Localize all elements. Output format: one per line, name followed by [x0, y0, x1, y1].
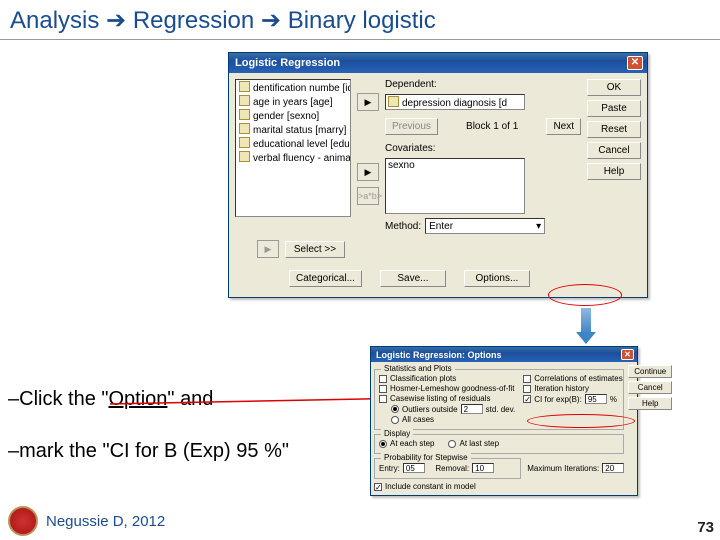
move-to-covariates-button[interactable]: ▶ [357, 163, 379, 181]
help-button[interactable]: Help [628, 397, 672, 410]
ok-button[interactable]: OK [587, 79, 641, 96]
cancel-button[interactable]: Cancel [587, 142, 641, 159]
categorical-button[interactable]: Categorical... [289, 270, 362, 287]
logistic-regression-options-dialog: Logistic Regression: Options ✕ Statistic… [370, 346, 638, 496]
correlations-checkbox[interactable] [523, 375, 531, 383]
close-icon[interactable]: ✕ [627, 56, 643, 70]
iteration-history-checkbox[interactable] [523, 385, 531, 393]
interaction-button[interactable]: >a*b> [357, 187, 379, 205]
help-button[interactable]: Help [587, 163, 641, 180]
annotation-arrow-down [578, 308, 594, 344]
instruction-1: –Click the "Option" and [8, 388, 213, 411]
each-step-radio[interactable] [379, 440, 387, 448]
close-icon[interactable]: ✕ [621, 349, 634, 360]
list-item[interactable]: gender [sexno] [238, 109, 348, 123]
entry-input[interactable]: 05 [403, 463, 425, 473]
method-label: Method: [385, 221, 421, 232]
dialog-title: Logistic Regression: Options [376, 350, 502, 360]
include-constant-checkbox[interactable] [374, 483, 382, 491]
breadcrumb-analysis: Analysis [10, 7, 99, 34]
ci-exp-b-checkbox[interactable] [523, 395, 531, 403]
paste-button[interactable]: Paste [587, 100, 641, 117]
next-button[interactable]: Next [546, 118, 581, 135]
covariates-label: Covariates: [385, 143, 581, 154]
save-button[interactable]: Save... [380, 270, 446, 287]
options-button[interactable]: Options... [464, 270, 530, 287]
group-label: Statistics and Plots [381, 364, 455, 373]
covariate-value: sexno [388, 160, 522, 171]
display-group: Display At each step At last step [374, 434, 624, 454]
covariates-list[interactable]: sexno [385, 158, 525, 214]
breadcrumb: Analysis ➔ Regression ➔ Binary logistic [0, 0, 720, 40]
instruction-2: –mark the "CI for B (Exp) 95 %" [8, 440, 289, 463]
list-item[interactable]: marital status [marry] [238, 123, 348, 137]
page-number: 73 [697, 519, 714, 536]
removal-input[interactable]: 10 [472, 463, 494, 473]
logistic-regression-dialog: Logistic Regression ✕ dentification numb… [228, 52, 648, 298]
block-label: Block 1 of 1 [442, 121, 543, 132]
breadcrumb-regression: Regression [133, 7, 254, 34]
method-select[interactable]: Enter ▾ [425, 218, 545, 234]
slide-footer: Negussie D, 2012 [0, 506, 720, 536]
chevron-down-icon: ▾ [536, 221, 541, 232]
list-item[interactable]: age in years [age] [238, 95, 348, 109]
dialog-title: Logistic Regression [235, 57, 340, 69]
dialog-titlebar[interactable]: Logistic Regression ✕ [229, 53, 647, 73]
move-to-dependent-button[interactable]: ▶ [357, 93, 379, 111]
dependent-field[interactable]: depression diagnosis [d [385, 94, 525, 110]
author-label: Negussie D, 2012 [46, 513, 165, 530]
group-label: Probability for Stepwise [381, 453, 471, 462]
ci-value-input[interactable]: 95 [585, 394, 607, 404]
group-label: Display [381, 429, 413, 438]
list-item[interactable]: dentification numbe [id [238, 81, 348, 95]
max-iterations-input[interactable]: 20 [602, 463, 624, 473]
breadcrumb-binary-logistic: Binary logistic [288, 7, 436, 34]
move-to-select-button[interactable]: ▶ [257, 240, 279, 258]
arrow-icon: ➔ [106, 7, 133, 34]
hosmer-lemeshow-checkbox[interactable] [379, 385, 387, 393]
list-item[interactable]: educational level [educ [238, 137, 348, 151]
all-cases-radio[interactable] [391, 416, 399, 424]
dependent-label: Dependent: [385, 79, 581, 90]
arrow-icon: ➔ [261, 7, 288, 34]
reset-button[interactable]: Reset [587, 121, 641, 138]
method-value: Enter [429, 221, 453, 232]
stepwise-probability-group: Probability for Stepwise Entry: 05 Remov… [374, 458, 521, 479]
previous-button[interactable]: Previous [385, 118, 438, 135]
list-item[interactable]: verbal fluency - animal n [238, 151, 348, 165]
university-logo-icon [8, 506, 38, 536]
classification-plots-checkbox[interactable] [379, 375, 387, 383]
casewise-residuals-checkbox[interactable] [379, 395, 387, 403]
outliers-value-input[interactable]: 2 [461, 404, 483, 414]
select-button[interactable]: Select >> [285, 241, 345, 258]
dependent-value: depression diagnosis [d [388, 98, 507, 109]
cancel-button[interactable]: Cancel [628, 381, 672, 394]
last-step-radio[interactable] [448, 440, 456, 448]
dialog-titlebar[interactable]: Logistic Regression: Options ✕ [371, 347, 637, 362]
continue-button[interactable]: Continue [628, 365, 672, 378]
outliers-radio[interactable] [391, 405, 399, 413]
variables-list[interactable]: dentification numbe [id age in years [ag… [235, 79, 351, 217]
statistics-plots-group: Statistics and Plots Classification plot… [374, 369, 624, 430]
